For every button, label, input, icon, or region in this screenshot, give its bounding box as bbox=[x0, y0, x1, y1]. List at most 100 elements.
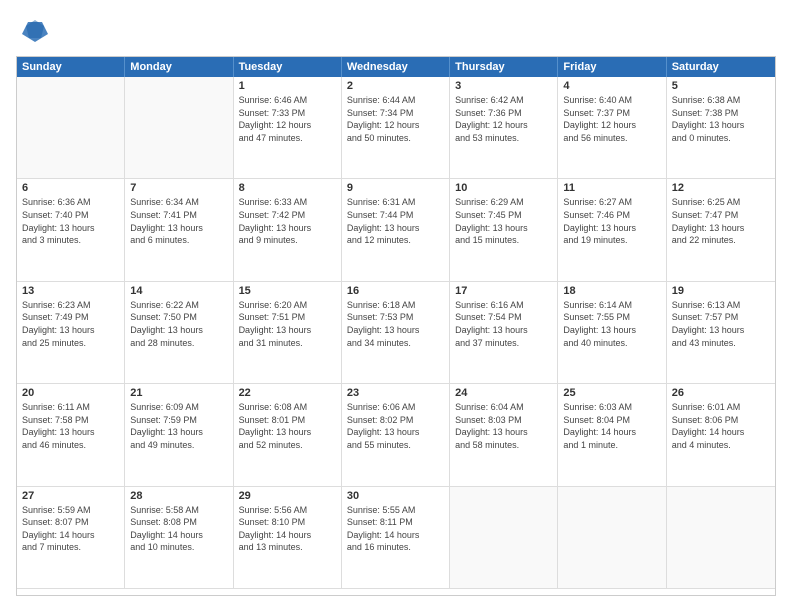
calendar-cell: 17 Sunrise: 6:16 AM Sunset: 7:54 PM Dayli… bbox=[450, 282, 558, 384]
calendar-cell: 27 Sunrise: 5:59 AM Sunset: 8:07 PM Dayli… bbox=[17, 487, 125, 589]
calendar-cell: 9 Sunrise: 6:31 AM Sunset: 7:44 PM Daylig… bbox=[342, 179, 450, 281]
header-day-thursday: Thursday bbox=[450, 57, 558, 77]
day-info: Sunrise: 6:20 AM Sunset: 7:51 PM Dayligh… bbox=[239, 299, 336, 349]
day-info: Sunrise: 6:34 AM Sunset: 7:41 PM Dayligh… bbox=[130, 196, 227, 246]
calendar-cell: 23 Sunrise: 6:06 AM Sunset: 8:02 PM Dayli… bbox=[342, 384, 450, 486]
day-number: 12 bbox=[672, 182, 770, 194]
day-info: Sunrise: 6:18 AM Sunset: 7:53 PM Dayligh… bbox=[347, 299, 444, 349]
calendar-cell: 6 Sunrise: 6:36 AM Sunset: 7:40 PM Daylig… bbox=[17, 179, 125, 281]
calendar-cell: 19 Sunrise: 6:13 AM Sunset: 7:57 PM Dayli… bbox=[667, 282, 775, 384]
day-info: Sunrise: 6:03 AM Sunset: 8:04 PM Dayligh… bbox=[563, 401, 660, 451]
day-info: Sunrise: 6:06 AM Sunset: 8:02 PM Dayligh… bbox=[347, 401, 444, 451]
day-info: Sunrise: 6:46 AM Sunset: 7:33 PM Dayligh… bbox=[239, 94, 336, 144]
day-info: Sunrise: 6:33 AM Sunset: 7:42 PM Dayligh… bbox=[239, 196, 336, 246]
calendar-cell bbox=[450, 487, 558, 589]
calendar-cell: 16Sunrise: 6:18 AM Sunset: 7:53 PM Dayli… bbox=[342, 282, 450, 384]
day-info: Sunrise: 6:22 AM Sunset: 7:50 PM Dayligh… bbox=[130, 299, 227, 349]
day-number: 7 bbox=[130, 182, 227, 194]
day-info: Sunrise: 5:58 AM Sunset: 8:08 PM Dayligh… bbox=[130, 504, 227, 554]
header-day-wednesday: Wednesday bbox=[342, 57, 450, 77]
day-info: Sunrise: 6:31 AM Sunset: 7:44 PM Dayligh… bbox=[347, 196, 444, 246]
calendar-cell: 26 Sunrise: 6:01 AM Sunset: 8:06 PM Dayli… bbox=[667, 384, 775, 486]
header bbox=[16, 16, 776, 46]
calendar-cell: 1 Sunrise: 6:46 AM Sunset: 7:33 PM Daylig… bbox=[234, 77, 342, 179]
calendar-cell: 4Sunrise: 6:40 AM Sunset: 7:37 PM Daylig… bbox=[558, 77, 666, 179]
day-number: 27 bbox=[22, 490, 119, 502]
day-number: 18 bbox=[563, 285, 660, 297]
calendar-cell: 29 Sunrise: 5:56 AM Sunset: 8:10 PM Dayli… bbox=[234, 487, 342, 589]
day-number: 14 bbox=[130, 285, 227, 297]
calendar: SundayMondayTuesdayWednesdayThursdayFrid… bbox=[16, 56, 776, 596]
day-info: Sunrise: 6:04 AM Sunset: 8:03 PM Dayligh… bbox=[455, 401, 552, 451]
day-info: Sunrise: 6:25 AM Sunset: 7:47 PM Dayligh… bbox=[672, 196, 770, 246]
day-info: Sunrise: 6:16 AM Sunset: 7:54 PM Dayligh… bbox=[455, 299, 552, 349]
calendar-cell: 2 Sunrise: 6:44 AM Sunset: 7:34 PM Daylig… bbox=[342, 77, 450, 179]
day-number: 21 bbox=[130, 387, 227, 399]
day-number: 3 bbox=[455, 80, 552, 92]
day-info: Sunrise: 6:09 AM Sunset: 7:59 PM Dayligh… bbox=[130, 401, 227, 451]
calendar-cell: 7 Sunrise: 6:34 AM Sunset: 7:41 PM Daylig… bbox=[125, 179, 233, 281]
calendar-cell: 13 Sunrise: 6:23 AM Sunset: 7:49 PM Dayli… bbox=[17, 282, 125, 384]
calendar-cell: 24 Sunrise: 6:04 AM Sunset: 8:03 PM Dayli… bbox=[450, 384, 558, 486]
day-number: 4 bbox=[563, 80, 660, 92]
day-number: 2 bbox=[347, 80, 444, 92]
day-number: 15 bbox=[239, 285, 336, 297]
day-number: 25 bbox=[563, 387, 660, 399]
header-day-saturday: Saturday bbox=[667, 57, 775, 77]
day-number: 28 bbox=[130, 490, 227, 502]
day-number: 24 bbox=[455, 387, 552, 399]
header-day-friday: Friday bbox=[558, 57, 666, 77]
calendar-cell: 30 Sunrise: 5:55 AM Sunset: 8:11 PM Dayli… bbox=[342, 487, 450, 589]
calendar-cell bbox=[125, 77, 233, 179]
calendar-cell: 10Sunrise: 6:29 AM Sunset: 7:45 PM Dayli… bbox=[450, 179, 558, 281]
header-day-sunday: Sunday bbox=[17, 57, 125, 77]
calendar-cell bbox=[667, 487, 775, 589]
day-number: 6 bbox=[22, 182, 119, 194]
day-number: 26 bbox=[672, 387, 770, 399]
day-number: 17 bbox=[455, 285, 552, 297]
calendar-cell bbox=[17, 77, 125, 179]
page: SundayMondayTuesdayWednesdayThursdayFrid… bbox=[0, 0, 792, 612]
day-info: Sunrise: 6:23 AM Sunset: 7:49 PM Dayligh… bbox=[22, 299, 119, 349]
day-info: Sunrise: 5:55 AM Sunset: 8:11 PM Dayligh… bbox=[347, 504, 444, 554]
calendar-cell: 15 Sunrise: 6:20 AM Sunset: 7:51 PM Dayli… bbox=[234, 282, 342, 384]
day-number: 9 bbox=[347, 182, 444, 194]
day-number: 19 bbox=[672, 285, 770, 297]
day-number: 30 bbox=[347, 490, 444, 502]
day-info: Sunrise: 6:44 AM Sunset: 7:34 PM Dayligh… bbox=[347, 94, 444, 144]
header-day-monday: Monday bbox=[125, 57, 233, 77]
day-number: 29 bbox=[239, 490, 336, 502]
calendar-cell: 18Sunrise: 6:14 AM Sunset: 7:55 PM Dayli… bbox=[558, 282, 666, 384]
calendar-cell: 14 Sunrise: 6:22 AM Sunset: 7:50 PM Dayli… bbox=[125, 282, 233, 384]
calendar-cell: 3 Sunrise: 6:42 AM Sunset: 7:36 PM Daylig… bbox=[450, 77, 558, 179]
day-number: 5 bbox=[672, 80, 770, 92]
calendar-grid: 1 Sunrise: 6:46 AM Sunset: 7:33 PM Daylig… bbox=[17, 77, 775, 589]
calendar-cell: 12 Sunrise: 6:25 AM Sunset: 7:47 PM Dayli… bbox=[667, 179, 775, 281]
logo bbox=[16, 16, 50, 46]
day-info: Sunrise: 5:56 AM Sunset: 8:10 PM Dayligh… bbox=[239, 504, 336, 554]
day-info: Sunrise: 6:13 AM Sunset: 7:57 PM Dayligh… bbox=[672, 299, 770, 349]
day-info: Sunrise: 5:59 AM Sunset: 8:07 PM Dayligh… bbox=[22, 504, 119, 554]
day-info: Sunrise: 6:08 AM Sunset: 8:01 PM Dayligh… bbox=[239, 401, 336, 451]
day-number: 22 bbox=[239, 387, 336, 399]
calendar-cell: 25 Sunrise: 6:03 AM Sunset: 8:04 PM Dayli… bbox=[558, 384, 666, 486]
day-number: 11 bbox=[563, 182, 660, 194]
day-number: 20 bbox=[22, 387, 119, 399]
day-number: 23 bbox=[347, 387, 444, 399]
calendar-cell: 22 Sunrise: 6:08 AM Sunset: 8:01 PM Dayli… bbox=[234, 384, 342, 486]
day-info: Sunrise: 6:29 AM Sunset: 7:45 PM Dayligh… bbox=[455, 196, 552, 246]
day-number: 13 bbox=[22, 285, 119, 297]
logo-icon bbox=[20, 16, 50, 46]
day-number: 1 bbox=[239, 80, 336, 92]
day-info: Sunrise: 6:01 AM Sunset: 8:06 PM Dayligh… bbox=[672, 401, 770, 451]
header-day-tuesday: Tuesday bbox=[234, 57, 342, 77]
day-info: Sunrise: 6:38 AM Sunset: 7:38 PM Dayligh… bbox=[672, 94, 770, 144]
calendar-cell: 8Sunrise: 6:33 AM Sunset: 7:42 PM Daylig… bbox=[234, 179, 342, 281]
calendar-cell: 11 Sunrise: 6:27 AM Sunset: 7:46 PM Dayli… bbox=[558, 179, 666, 281]
day-info: Sunrise: 6:42 AM Sunset: 7:36 PM Dayligh… bbox=[455, 94, 552, 144]
day-info: Sunrise: 6:27 AM Sunset: 7:46 PM Dayligh… bbox=[563, 196, 660, 246]
calendar-cell: 28 Sunrise: 5:58 AM Sunset: 8:08 PM Dayli… bbox=[125, 487, 233, 589]
day-info: Sunrise: 6:36 AM Sunset: 7:40 PM Dayligh… bbox=[22, 196, 119, 246]
calendar-cell: 21 Sunrise: 6:09 AM Sunset: 7:59 PM Dayli… bbox=[125, 384, 233, 486]
calendar-cell: 5 Sunrise: 6:38 AM Sunset: 7:38 PM Daylig… bbox=[667, 77, 775, 179]
